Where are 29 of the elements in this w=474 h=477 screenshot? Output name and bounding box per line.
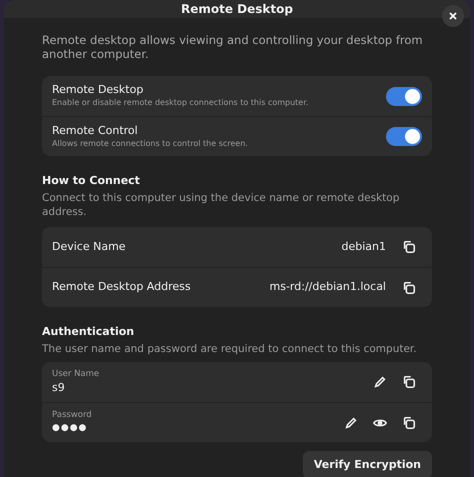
- setting-title: Remote Control: [52, 124, 139, 138]
- setting-subtitle: Enable or disable remote desktop connections to this computer.: [52, 97, 308, 109]
- section-heading: Authentication: [42, 325, 136, 339]
- pencil-icon[interactable]: [373, 375, 387, 389]
- row-value: debian1: [342, 238, 386, 255]
- row-value: ms-rd://debian1.local: [270, 279, 386, 296]
- window-title: Remote Desktop: [181, 1, 293, 18]
- close-button[interactable]: [442, 5, 464, 27]
- field-value: ●●●●: [52, 422, 88, 434]
- verify-encryption-button[interactable]: Verify Encryption: [302, 451, 432, 477]
- field-value: s9: [52, 380, 66, 395]
- copy-icon[interactable]: [402, 280, 416, 294]
- copy-icon[interactable]: [402, 416, 416, 430]
- copy-icon[interactable]: [402, 240, 416, 254]
- row-label: Device Name: [52, 238, 127, 255]
- toggle-switch[interactable]: [386, 127, 422, 146]
- close-icon[interactable]: [449, 12, 457, 20]
- section-subtitle: The user name and password are required to connect to this computer.: [42, 342, 418, 356]
- setting-subtitle: Allows remote connections to control the screen.: [52, 138, 248, 150]
- row-label: Remote Desktop Address: [52, 279, 192, 296]
- description-text: Remote desktop allows viewing and controlling your desktop from another computer.: [42, 33, 424, 61]
- toggle-switch[interactable]: [386, 86, 422, 106]
- setting-title: Remote Desktop: [52, 83, 144, 97]
- field-label: Password: [52, 410, 93, 420]
- section-heading: How to Connect: [42, 174, 141, 188]
- pencil-icon[interactable]: [344, 416, 358, 430]
- copy-icon[interactable]: [402, 375, 416, 389]
- field-label: User Name: [52, 369, 100, 380]
- section-subtitle: Connect to this computer using the device name or remote desktop address.: [42, 191, 400, 219]
